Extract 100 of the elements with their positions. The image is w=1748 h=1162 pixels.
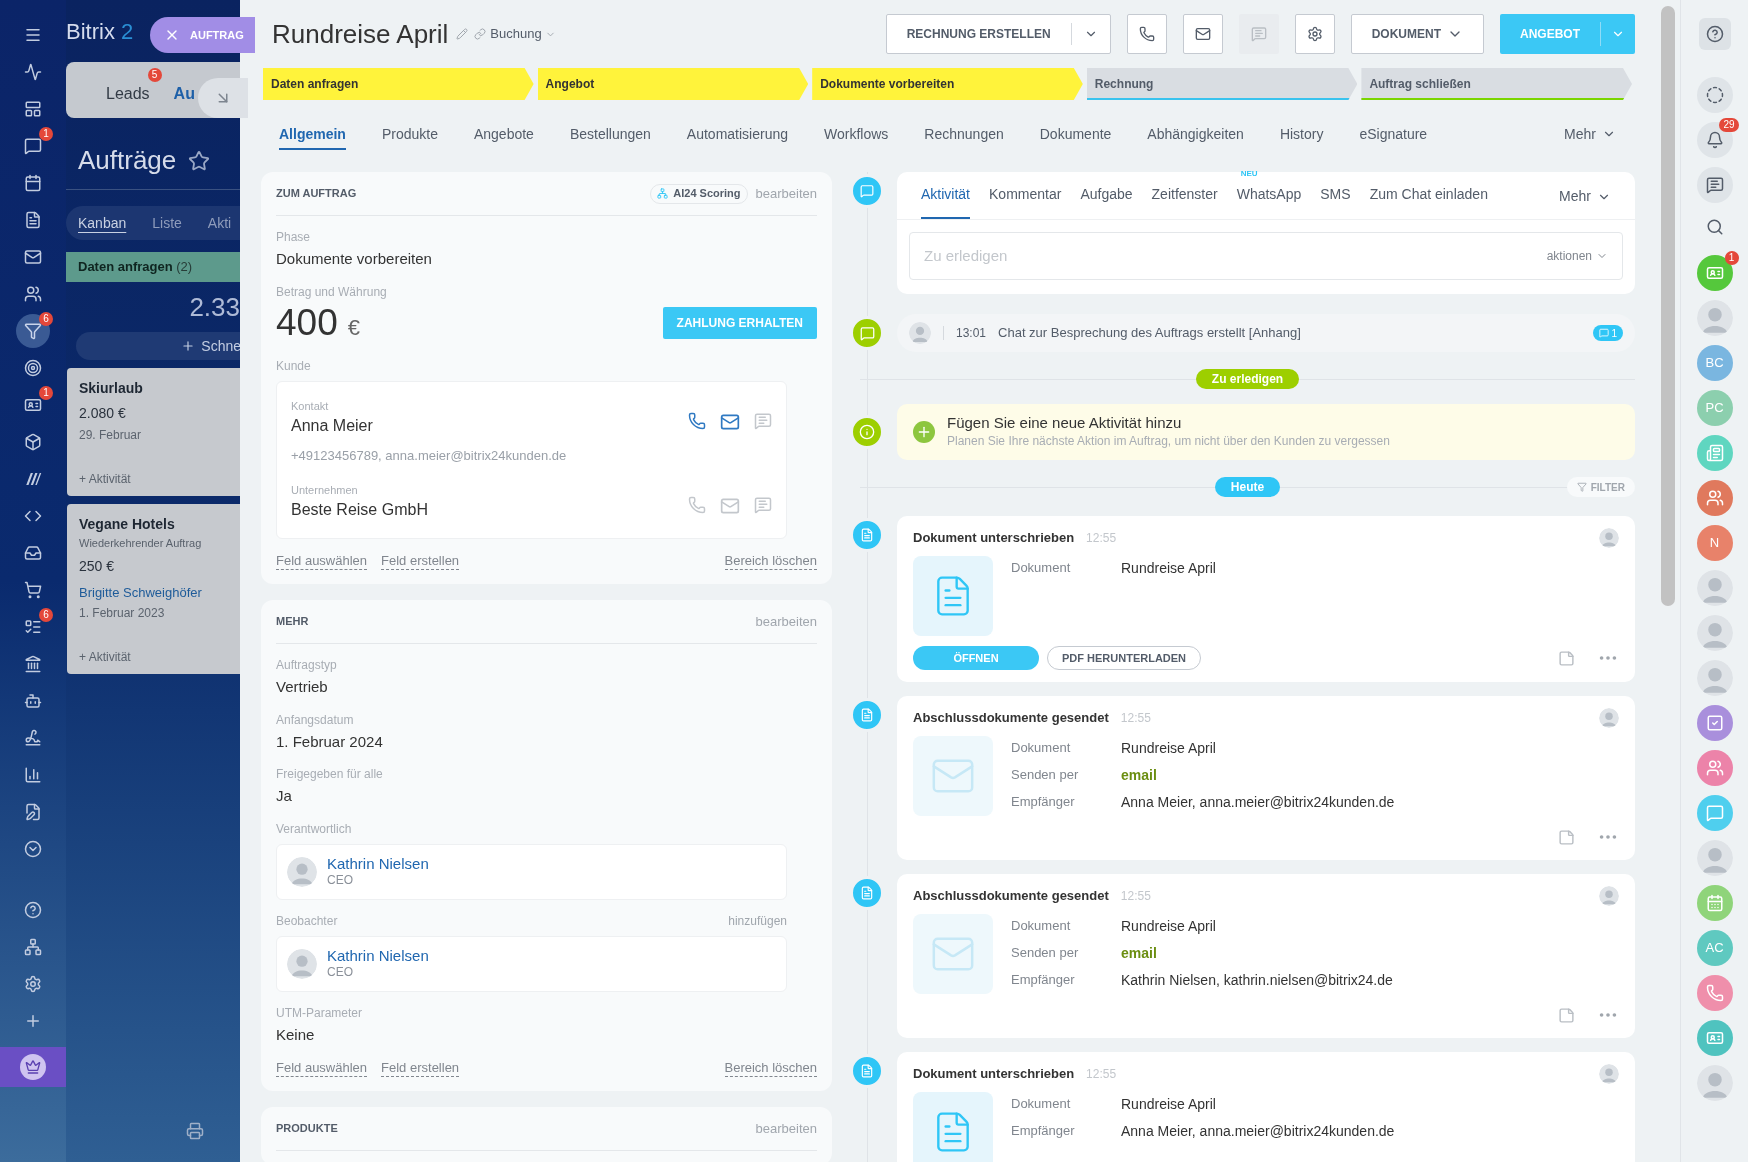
field-label: Kunde xyxy=(276,357,312,375)
clear-section-link[interactable]: Bereich löschen xyxy=(724,1060,817,1077)
help-icon[interactable] xyxy=(1698,18,1731,50)
client-name[interactable]: Beste Reise GmbH xyxy=(291,498,428,522)
detail-tab[interactable]: Bestellungen xyxy=(569,120,651,150)
detail-tab[interactable]: Mehr xyxy=(1564,120,1616,150)
stage-step[interactable]: Auftrag schließen xyxy=(1361,68,1632,100)
add-activity-link[interactable]: + Aktivität xyxy=(79,648,240,666)
crown-icon[interactable] xyxy=(20,1054,46,1080)
stage-step[interactable]: Daten anfragen xyxy=(263,68,534,100)
field-value: Ja xyxy=(276,786,293,806)
settings-icon[interactable] xyxy=(1294,14,1335,54)
field-link[interactable]: Feld erstellen xyxy=(381,1060,460,1077)
activity-tab[interactable]: Aufgabe xyxy=(1080,184,1133,219)
entry-time: 13:01 xyxy=(956,325,987,342)
activity-tab[interactable]: Aktivität xyxy=(921,184,970,219)
client-details: +49123456789, anna.meier@bitrix24kunden.de xyxy=(291,447,567,465)
field-label: Unternehmen xyxy=(291,482,359,498)
detail-tab[interactable]: Abhängigkeiten xyxy=(1147,120,1244,150)
client-name[interactable]: Anna Meier xyxy=(291,414,567,438)
field-label: Senden per xyxy=(1011,766,1080,784)
field-link[interactable]: Feld auswählen xyxy=(276,1060,368,1077)
detail-tab[interactable]: Angebote xyxy=(473,120,534,150)
add-activity-link[interactable]: + Aktivität xyxy=(79,470,240,488)
detail-tab[interactable]: eSignature xyxy=(1359,120,1428,150)
date-divider-pill: Heute xyxy=(1214,477,1281,497)
field-label: Dokument xyxy=(1011,1095,1072,1113)
mail-icon[interactable] xyxy=(1182,14,1223,54)
activity-tab[interactable]: SMS xyxy=(1320,184,1351,219)
detail-tab[interactable]: Rechnungen xyxy=(924,120,1004,150)
deal-card[interactable]: Vegane Hotels Wiederkehrender Auftrag 250 € Brigitte Schweighöfer 1. Februar 2023 + Aktivität xyxy=(67,504,240,674)
field-label: Phase xyxy=(276,229,312,246)
bell-icon[interactable] xyxy=(1696,122,1733,158)
field-label: Empfänger xyxy=(1011,793,1076,811)
chats-icon[interactable] xyxy=(1696,167,1733,203)
actions-dropdown[interactable]: aktionen xyxy=(1546,247,1608,265)
section-title: PRODUKTE xyxy=(276,1121,338,1137)
phone-icon[interactable] xyxy=(1126,14,1167,54)
activity-tab[interactable]: Zeitfenster xyxy=(1151,184,1218,219)
deal-card[interactable]: Skiurlaub 2.080 € 29. Februar + Aktivität xyxy=(67,368,240,496)
deal-title: Skiurlaub xyxy=(79,379,144,398)
todo-input[interactable]: Zu erledigen aktionen xyxy=(909,232,1623,280)
view-tab[interactable]: Kanban xyxy=(78,212,127,234)
phone-icon[interactable] xyxy=(688,411,706,430)
count-badge: 1 xyxy=(39,386,53,400)
ai-icon xyxy=(657,188,669,199)
person-link[interactable]: Kathrin Nielsen xyxy=(327,946,429,964)
chat-entry[interactable]: 13:01 Chat zur Besprechung des Auftrags erstellt [Anhang] 1 xyxy=(897,314,1635,352)
top-tab[interactable]: Au xyxy=(173,82,195,106)
field-label: Verantwortlich xyxy=(276,820,352,838)
field-value: Rundreise April xyxy=(1121,559,1216,578)
category-dropdown[interactable]: Buchung xyxy=(490,24,556,44)
detail-tab[interactable]: Produkte xyxy=(381,120,438,150)
field-label: Anfangsdatum xyxy=(276,711,355,729)
field-value: Rundreise April xyxy=(1121,917,1217,936)
person-role: CEO xyxy=(327,963,354,981)
view-tab[interactable]: Liste xyxy=(152,212,182,234)
field-label: Kontakt xyxy=(291,398,330,414)
field-label: Betrag und Währung xyxy=(276,283,388,301)
deal-date: 29. Februar xyxy=(79,427,143,444)
detail-tab[interactable]: Workflows xyxy=(824,120,889,150)
contact-icon[interactable] xyxy=(1696,255,1733,291)
person-link[interactable]: Brigitte Schweighöfer xyxy=(79,582,240,602)
field-link[interactable]: Feld auswählen xyxy=(276,553,368,570)
group-icon[interactable] xyxy=(1696,750,1733,786)
hint-card[interactable]: Fügen Sie eine neue Aktivität hinzu Planen Sie Ihre nächste Aktion im Auftrag, um nicht über den Kunden zu vergessen xyxy=(897,404,1635,460)
detail-tab[interactable]: Dokumente xyxy=(1039,120,1112,150)
person-role: CEO xyxy=(327,871,354,889)
field-link[interactable]: Feld erstellen xyxy=(381,553,460,570)
stage-step[interactable]: Dokumente vorbereiten xyxy=(812,68,1083,100)
task-icon[interactable] xyxy=(1696,705,1733,741)
detail-tab[interactable]: Automatisierung xyxy=(686,120,789,150)
detail-tab[interactable]: History xyxy=(1279,120,1324,150)
field-value: Rundreise April xyxy=(1121,1095,1217,1114)
detail-tab[interactable]: Allgemein xyxy=(279,120,346,150)
comment-icon xyxy=(1599,328,1610,338)
deal-title: Vegane Hotels xyxy=(79,515,176,534)
star-icon[interactable] xyxy=(188,149,211,172)
scrollbar-thumb[interactable] xyxy=(1660,6,1675,606)
document-dropdown[interactable]: DOKUMENT xyxy=(1350,14,1484,54)
activity-tab[interactable]: Zum Chat einladen xyxy=(1369,184,1488,219)
activity-tab[interactable]: Kommentar xyxy=(989,184,1062,219)
count-badge: 1 xyxy=(1724,251,1739,265)
activity-tab[interactable]: WhatsApp xyxy=(1236,184,1302,219)
printer-icon[interactable] xyxy=(186,1122,204,1140)
stage-step[interactable]: Rechnung xyxy=(1086,68,1358,100)
more-tab[interactable]: Mehr xyxy=(1559,186,1611,219)
clear-section-link[interactable]: Bereich löschen xyxy=(724,553,817,570)
stage-step[interactable]: Angebot xyxy=(537,68,809,100)
user-avatar xyxy=(909,322,931,344)
page-title: Aufträge xyxy=(77,144,177,177)
top-tab[interactable]: Leads xyxy=(106,82,150,106)
slider-label: AUFTRAG xyxy=(190,27,244,43)
person-link[interactable]: Kathrin Nielsen xyxy=(327,854,429,872)
view-tab[interactable]: Akti xyxy=(207,212,232,234)
field-value: Dokumente vorbereiten xyxy=(276,249,433,269)
group-icon[interactable] xyxy=(1696,480,1733,516)
date-divider-pill: Zu erledigen xyxy=(1195,369,1300,389)
field-label: UTM-Parameter xyxy=(276,1004,363,1022)
funnel-icon[interactable] xyxy=(16,313,50,348)
